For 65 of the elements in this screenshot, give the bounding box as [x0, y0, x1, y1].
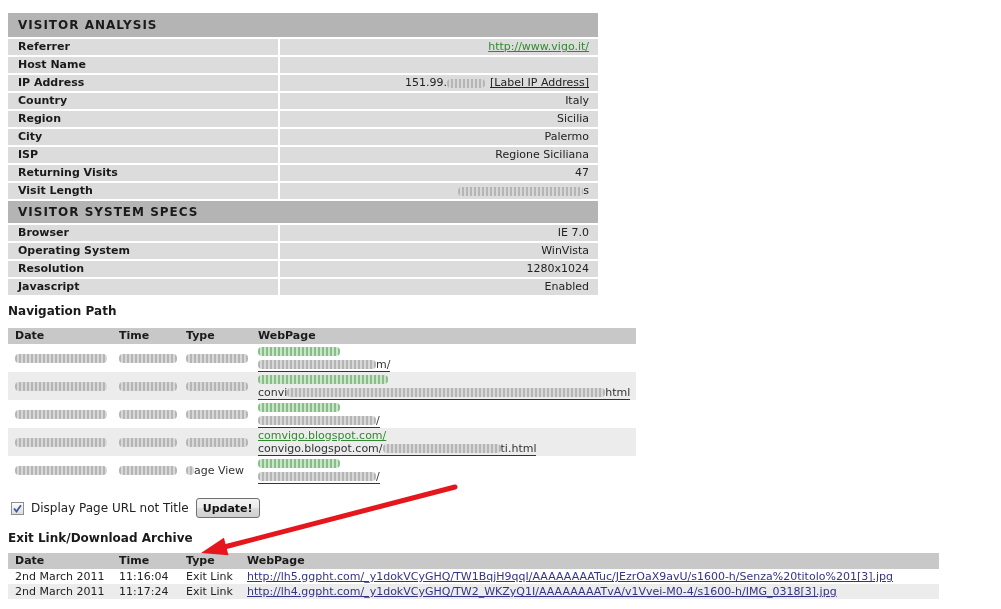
field-value: 1280x1024 — [526, 262, 589, 275]
cell-text: Exit Link — [186, 570, 233, 583]
blurred-redaction — [447, 78, 486, 88]
field-value: Regione Siciliana — [495, 148, 589, 161]
field-label: IP Address — [18, 76, 85, 89]
field-label: City — [18, 130, 43, 143]
field-label: Region — [18, 112, 61, 125]
field-label: Country — [18, 94, 68, 107]
field-label: Javascript — [18, 280, 80, 293]
field-value: Italy — [565, 94, 589, 107]
field-value: 151.99. — [405, 76, 448, 89]
field-value: WinVista — [541, 244, 589, 257]
page-url-link[interactable]: convigo.blogspot.com/ ti.html — [258, 442, 537, 456]
blurred-redaction — [119, 466, 177, 475]
field-value: Sicilia — [557, 112, 589, 125]
column-header: Date — [15, 329, 45, 342]
field-value: Enabled — [544, 280, 589, 293]
field-value: Palermo — [544, 130, 589, 143]
cell-text: Exit Link — [186, 585, 233, 598]
section-title: Navigation Path — [8, 303, 117, 319]
section-header: VISITOR ANALYSIS — [8, 13, 598, 37]
field-label: Referrer — [18, 40, 70, 53]
blurred-redaction — [186, 438, 248, 447]
field-label: Returning Visits — [18, 166, 118, 179]
section-title: Exit Link/Download Archive — [8, 530, 193, 546]
field-value: s — [583, 184, 589, 197]
blurred-redaction — [119, 410, 177, 419]
blurred-redaction — [186, 466, 194, 475]
cell-text: age View — [194, 463, 245, 477]
field-label: Host Name — [18, 58, 86, 71]
blurred-redaction — [186, 382, 248, 391]
column-header: WebPage — [247, 554, 305, 567]
page-url-link[interactable]: / — [258, 414, 380, 428]
blurred-redaction — [119, 354, 177, 363]
field-label: Visit Length — [18, 184, 93, 197]
blurred-redaction — [119, 438, 177, 447]
cell-text: 2nd March 2011 — [15, 585, 105, 598]
field-label: ISP — [18, 148, 39, 161]
field-label: Operating System — [18, 244, 130, 257]
page-title-link[interactable]: comvigo.blogspot.com/ — [258, 428, 387, 442]
column-header: Type — [186, 329, 215, 342]
update-button[interactable]: Update! — [195, 498, 260, 518]
field-label: Browser — [18, 226, 69, 239]
text-link[interactable]: [Label IP Address] — [490, 76, 589, 89]
page-url-link[interactable]: m/ — [258, 358, 391, 372]
cell-text: 11:16:04 — [119, 570, 169, 583]
column-header: WebPage — [258, 329, 316, 342]
cell-text: 11:17:24 — [119, 585, 169, 598]
checkbox[interactable] — [11, 501, 24, 515]
blurred-redaction — [186, 354, 248, 363]
column-header: Date — [15, 554, 45, 567]
page-url-link[interactable]: / — [258, 470, 380, 484]
cell-text: 2nd March 2011 — [15, 570, 105, 583]
checkbox-label[interactable]: Display Page URL not Title — [31, 501, 189, 515]
field-value: IE 7.0 — [557, 226, 589, 239]
field-label: Resolution — [18, 262, 85, 275]
tick-icon — [13, 503, 22, 513]
column-header: Time — [119, 329, 150, 342]
blurred-redaction — [119, 382, 177, 391]
blurred-redaction — [186, 410, 248, 419]
column-header: Type — [186, 554, 215, 567]
url-link[interactable]: http://lh5.ggpht.com/_y1dokVCyGHQ/TW1BqjH9qqI/AAAAAAAATuc/JEzrOaX9avU/s1600-h/Senza%20titolo%201[3].jpg — [247, 570, 893, 583]
section-header: VISITOR SYSTEM SPECS — [8, 199, 598, 223]
field-value: 47 — [575, 166, 589, 179]
column-header: Time — [119, 554, 150, 567]
